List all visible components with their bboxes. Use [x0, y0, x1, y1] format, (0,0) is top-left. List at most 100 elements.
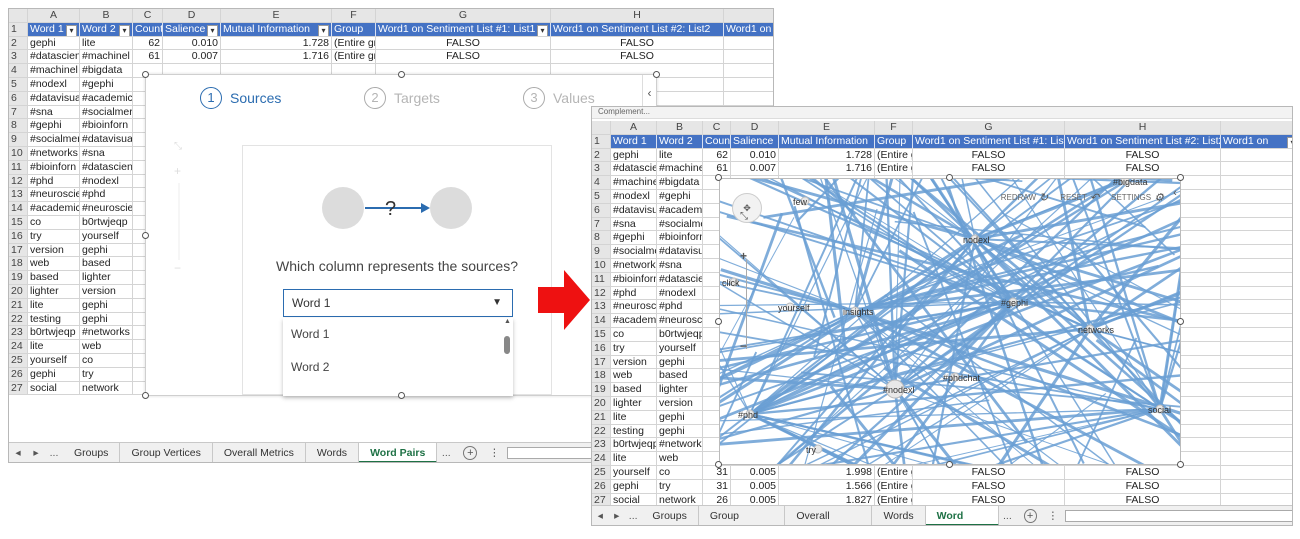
row-number[interactable]: 1 — [592, 134, 611, 149]
table-cell[interactable]: #networks — [611, 258, 657, 273]
table-cell[interactable] — [1221, 149, 1292, 163]
table-cell[interactable] — [1221, 218, 1292, 232]
table-header-cell[interactable]: Word1 on Sentiment List #2: List2 — [1065, 134, 1221, 149]
table-cell[interactable]: #datavisua — [657, 245, 703, 259]
resize-handle[interactable] — [946, 461, 953, 468]
table-cell[interactable]: #sna — [80, 146, 133, 161]
table-cell[interactable]: #sna — [28, 105, 80, 120]
resize-handle[interactable] — [142, 232, 149, 239]
step-sources[interactable]: 1 Sources — [200, 87, 281, 109]
table-cell[interactable]: FALSO — [551, 50, 724, 65]
row-number[interactable]: 15 — [592, 327, 611, 342]
row-number[interactable]: 10 — [592, 258, 611, 273]
table-cell[interactable]: based — [80, 257, 133, 272]
table-cell[interactable]: based — [657, 369, 703, 384]
table-cell[interactable] — [1221, 369, 1292, 384]
table-header-cell[interactable]: Mutual Information — [779, 134, 875, 149]
tab-overall-metrics[interactable]: Overall Metrics — [213, 442, 306, 462]
table-cell[interactable] — [1221, 438, 1292, 453]
graph-node-label[interactable]: nodexl — [963, 235, 990, 245]
table-cell[interactable]: #neuroscie — [80, 202, 133, 216]
graph-node-label[interactable]: #gephi — [1001, 298, 1028, 308]
table-cell[interactable]: #machinel — [611, 176, 657, 190]
table-cell[interactable]: #phd — [80, 188, 133, 203]
row-number[interactable]: 18 — [592, 369, 611, 384]
table-cell[interactable]: FALSO — [376, 36, 551, 51]
graph-node-label[interactable]: insights — [843, 307, 874, 317]
table-cell[interactable] — [1221, 397, 1292, 411]
row-number[interactable]: 27 — [9, 381, 28, 396]
table-cell[interactable]: FALSO — [1065, 148, 1221, 163]
table-cell[interactable] — [1221, 452, 1292, 466]
table-cell[interactable]: 31 — [703, 479, 731, 494]
row-number[interactable]: 20 — [592, 396, 611, 411]
table-cell[interactable]: #socialmer — [657, 217, 703, 232]
table-cell[interactable] — [1221, 383, 1292, 397]
table-cell[interactable]: co — [657, 465, 703, 480]
table-cell[interactable]: #datascien — [611, 162, 657, 177]
redraw-button[interactable]: REDRAW ↻ — [1001, 191, 1048, 204]
row-number[interactable]: 8 — [592, 231, 611, 246]
table-header-cell[interactable]: Group — [332, 22, 376, 37]
table-cell[interactable] — [1221, 466, 1292, 480]
row-number[interactable]: 22 — [9, 312, 28, 327]
tab-options-icon[interactable]: ⋮ — [1045, 510, 1061, 522]
row-number[interactable]: 19 — [592, 383, 611, 397]
more-sheets-right[interactable]: ... — [437, 447, 455, 459]
table-cell[interactable]: FALSO — [913, 162, 1065, 177]
table-cell[interactable]: lite — [28, 340, 80, 354]
table-header-cell[interactable]: Word 2 — [657, 134, 703, 149]
table-cell[interactable]: (Entire gr — [875, 465, 913, 480]
resize-handle[interactable] — [946, 174, 953, 181]
more-sheets-right[interactable]: ... — [999, 510, 1015, 522]
row-number[interactable]: 21 — [9, 298, 28, 313]
table-cell[interactable] — [1221, 176, 1292, 190]
table-cell[interactable]: #datavisua — [28, 91, 80, 106]
resize-handle[interactable] — [1177, 174, 1184, 181]
graph-node-label[interactable]: #phd — [738, 410, 758, 420]
table-cell[interactable]: #bigdata — [657, 176, 703, 190]
graph-node-label[interactable]: social — [1148, 405, 1171, 415]
table-cell[interactable]: web — [80, 340, 133, 354]
table-cell[interactable]: gephi — [80, 312, 133, 327]
row-number[interactable]: 8 — [9, 119, 28, 134]
row-number[interactable]: 23 — [9, 326, 28, 341]
settings-button[interactable]: SETTINGS ⚙ — [1111, 191, 1164, 204]
select-all-corner[interactable] — [592, 121, 611, 135]
table-cell[interactable]: 0.007 — [163, 50, 221, 65]
row-number[interactable]: 6 — [9, 91, 28, 106]
table-cell[interactable]: gephi — [657, 410, 703, 425]
row-number[interactable]: 25 — [9, 353, 28, 368]
table-cell[interactable] — [724, 78, 773, 92]
graph-node-label[interactable]: yourself — [778, 303, 810, 313]
column-letter[interactable] — [724, 9, 773, 23]
table-cell[interactable] — [1221, 231, 1292, 246]
tab-word-pairs[interactable]: Word Pairs — [359, 442, 438, 462]
table-header-cell[interactable]: Count — [703, 134, 731, 149]
table-header-cell[interactable]: Word 2 — [80, 22, 133, 37]
table-cell[interactable]: yourself — [28, 353, 80, 368]
graph-node-label[interactable]: #nodexl — [883, 385, 915, 395]
table-cell[interactable] — [1221, 287, 1292, 301]
table-cell[interactable]: #datascien — [80, 160, 133, 175]
table-cell[interactable]: #neuroscie — [28, 188, 80, 203]
row-number[interactable]: 22 — [592, 424, 611, 439]
tab-groups[interactable]: Groups — [63, 442, 121, 462]
table-cell[interactable]: #neuroscie — [611, 300, 657, 315]
table-cell[interactable]: try — [28, 229, 80, 244]
row-number[interactable]: 13 — [592, 300, 611, 315]
step-targets[interactable]: 2 Targets — [364, 87, 440, 109]
table-cell[interactable] — [724, 64, 773, 78]
option-word-2[interactable]: Word 2 — [283, 351, 513, 384]
table-cell[interactable]: #datavisua — [80, 133, 133, 147]
table-cell[interactable]: (Entire gr — [875, 479, 913, 494]
column-letter[interactable]: H — [551, 9, 724, 23]
column-letter[interactable]: B — [657, 121, 703, 135]
table-cell[interactable] — [1221, 328, 1292, 342]
table-cell[interactable]: FALSO — [1065, 162, 1221, 177]
source-column-select[interactable]: Word 1 ▼ — [283, 289, 513, 317]
row-number[interactable]: 7 — [9, 105, 28, 120]
row-number[interactable]: 1 — [9, 22, 28, 37]
table-cell[interactable]: web — [28, 257, 80, 272]
table-header-cell[interactable]: Word1 on Sentiment List #2: List2 — [551, 22, 724, 37]
